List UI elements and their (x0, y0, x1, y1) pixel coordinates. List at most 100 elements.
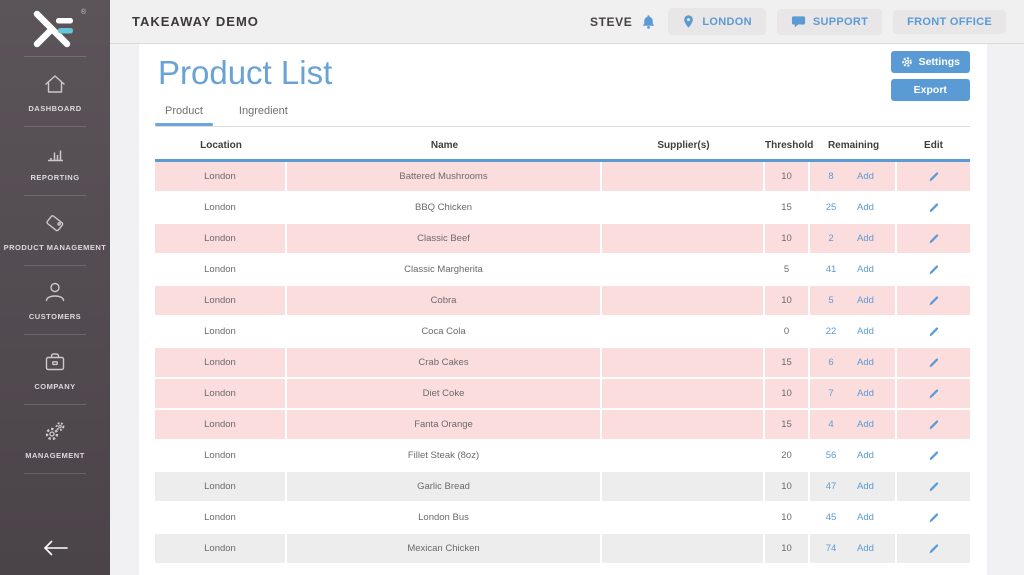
remaining-value: 7 (820, 388, 842, 399)
sidebar-item-dashboard[interactable]: DASHBOARD (0, 57, 110, 127)
cell-edit (897, 472, 970, 501)
cell-name: Crab Cakes (287, 348, 602, 377)
cell-suppliers (602, 348, 765, 377)
registered-trademark: ® (81, 9, 86, 16)
sidebar-item-management[interactable]: MANAGEMENT (0, 405, 110, 475)
cell-name: Classic Beef (287, 224, 602, 253)
arrow-left-icon (40, 537, 70, 559)
cell-edit (897, 317, 970, 346)
cell-location: London (155, 410, 287, 439)
edit-button[interactable] (927, 480, 940, 493)
edit-button[interactable] (927, 418, 940, 431)
cell-threshold: 10 (765, 503, 810, 532)
add-link[interactable]: Add (857, 264, 874, 275)
location-button[interactable]: LONDON (668, 8, 765, 35)
sidebar-item-reporting[interactable]: REPORTING (0, 127, 110, 197)
table-row: LondonCoca Cola022Add (155, 317, 970, 348)
add-link[interactable]: Add (857, 326, 874, 337)
column-header-suppliers: Supplier(s) (602, 140, 765, 151)
add-link[interactable]: Add (857, 202, 874, 213)
tab-product[interactable]: Product (155, 105, 213, 126)
sidebar-item-label: REPORTING (30, 173, 79, 182)
sidebar-item-customers[interactable]: CUSTOMERS (0, 266, 110, 336)
cell-suppliers (602, 317, 765, 346)
tab-ingredient[interactable]: Ingredient (229, 105, 298, 126)
cell-threshold: 15 (765, 410, 810, 439)
home-icon (42, 71, 68, 97)
add-link[interactable]: Add (857, 481, 874, 492)
cell-edit (897, 379, 970, 408)
cell-remaining: 22Add (810, 317, 897, 346)
edit-button[interactable] (927, 387, 940, 400)
edit-button[interactable] (927, 294, 940, 307)
cell-suppliers (602, 379, 765, 408)
sidebar-item-product-management[interactable]: PRODUCT MANAGEMENT (0, 196, 110, 266)
cell-edit (897, 441, 970, 470)
column-header-remaining: Remaining (810, 140, 897, 151)
cell-suppliers (602, 503, 765, 532)
edit-button[interactable] (927, 449, 940, 462)
edit-button[interactable] (927, 511, 940, 524)
cell-remaining: 41Add (810, 255, 897, 284)
cell-remaining: 47Add (810, 472, 897, 501)
edit-button[interactable] (927, 263, 940, 276)
cell-name: London Bus (287, 503, 602, 532)
add-link[interactable]: Add (857, 357, 874, 368)
edit-button[interactable] (927, 325, 940, 338)
table-row: LondonLondon Bus1045Add (155, 503, 970, 534)
add-link[interactable]: Add (857, 233, 874, 244)
cell-edit (897, 348, 970, 377)
cell-edit (897, 534, 970, 563)
tabs: Product Ingredient (155, 105, 987, 126)
sidebar-collapse-button[interactable] (0, 531, 110, 565)
cell-location: London (155, 162, 287, 191)
sidebar-item-label: MANAGEMENT (25, 451, 85, 460)
add-link[interactable]: Add (857, 543, 874, 554)
support-button[interactable]: SUPPORT (777, 9, 882, 35)
pencil-icon (927, 232, 940, 245)
pencil-icon (927, 325, 940, 338)
edit-button[interactable] (927, 356, 940, 369)
table-row: LondonBBQ Chicken1525Add (155, 193, 970, 224)
cell-remaining: 7 Add (810, 379, 897, 408)
sidebar-item-company[interactable]: COMPANY (0, 335, 110, 405)
notifications-bell-button[interactable] (640, 13, 657, 31)
cell-remaining: 74Add (810, 534, 897, 563)
settings-button[interactable]: Settings (891, 51, 970, 73)
cell-location: London (155, 224, 287, 253)
page-actions: Settings Export (891, 51, 970, 101)
cell-suppliers (602, 255, 765, 284)
add-link[interactable]: Add (857, 171, 874, 182)
edit-button[interactable] (927, 170, 940, 183)
table-row: LondonMexican Chicken1074Add (155, 534, 970, 565)
settings-button-label: Settings (919, 56, 960, 68)
edit-button[interactable] (927, 201, 940, 214)
cell-edit (897, 255, 970, 284)
cell-location: London (155, 441, 287, 470)
cell-threshold: 20 (765, 441, 810, 470)
cell-location: London (155, 286, 287, 315)
cell-threshold: 10 (765, 534, 810, 563)
table-row: LondonFillet Steak (8oz)2056Add (155, 441, 970, 472)
add-link[interactable]: Add (857, 419, 874, 430)
cell-threshold: 10 (765, 379, 810, 408)
front-office-button[interactable]: FRONT OFFICE (893, 10, 1006, 34)
table-row: LondonBattered Mushrooms108Add (155, 162, 970, 193)
app-title: TAKEAWAY DEMO (132, 14, 259, 29)
add-link[interactable]: Add (857, 450, 874, 461)
table-row: LondonCrab Cakes156Add (155, 348, 970, 379)
bar-chart-icon (42, 140, 68, 166)
add-link[interactable]: Add (857, 295, 874, 306)
add-link[interactable]: Add (857, 512, 874, 523)
app-logo[interactable]: ® (0, 0, 110, 57)
cell-suppliers (602, 193, 765, 222)
add-link[interactable]: Add (857, 388, 874, 399)
cell-edit (897, 410, 970, 439)
export-button[interactable]: Export (891, 79, 970, 101)
cell-suppliers (602, 472, 765, 501)
edit-button[interactable] (927, 232, 940, 245)
sidebar: ® DASHBOARD REPORTING PRODUCT MANAGEMENT… (0, 0, 110, 575)
edit-button[interactable] (927, 542, 940, 555)
pencil-icon (927, 418, 940, 431)
cell-location: London (155, 472, 287, 501)
